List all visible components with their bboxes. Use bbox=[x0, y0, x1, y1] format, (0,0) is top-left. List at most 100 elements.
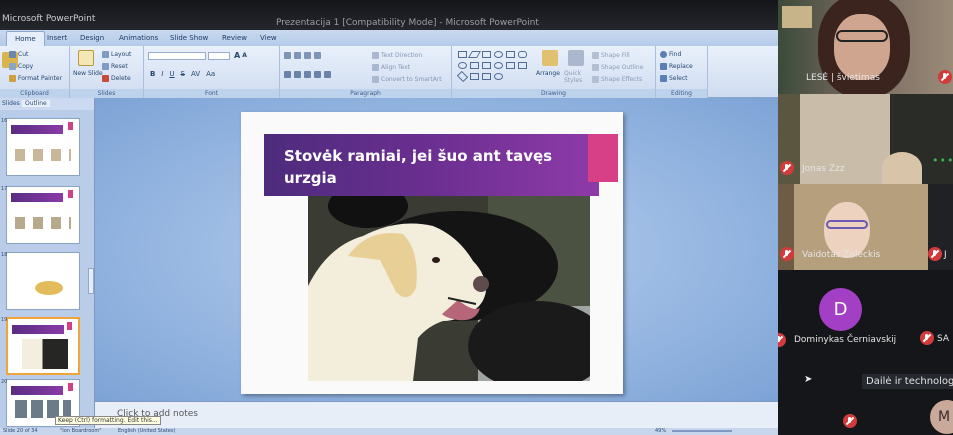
dog-photo[interactable] bbox=[308, 196, 590, 381]
heart-shape-icon[interactable] bbox=[494, 73, 503, 80]
slide-thumbnail[interactable] bbox=[6, 118, 80, 176]
select-icon bbox=[660, 75, 667, 82]
arrow-shape-icon[interactable] bbox=[470, 62, 479, 69]
tab-slide-show[interactable]: Slide Show bbox=[170, 34, 208, 42]
zoom-level[interactable]: 49% bbox=[655, 428, 666, 434]
slide-number: 16 bbox=[1, 118, 8, 124]
smartart-icon bbox=[372, 76, 379, 83]
line-shape-icon[interactable] bbox=[467, 51, 482, 58]
slide-thumbnail[interactable] bbox=[6, 186, 80, 244]
replace-button[interactable]: Replace bbox=[660, 63, 693, 70]
current-slide[interactable]: Stovėk ramiai, jei šuo ant tavęs urzgia bbox=[241, 112, 623, 394]
grow-font-button[interactable]: AA bbox=[234, 51, 247, 60]
reset-label: Reset bbox=[111, 63, 128, 70]
italic-button[interactable]: I bbox=[161, 70, 163, 78]
delete-button[interactable]: Delete bbox=[102, 75, 131, 82]
tab-outline-pane[interactable]: Outline bbox=[22, 100, 50, 107]
align-left-icon[interactable] bbox=[284, 71, 291, 78]
copy-button[interactable]: Copy bbox=[9, 63, 33, 70]
tab-animations[interactable]: Animations bbox=[119, 34, 158, 42]
tab-insert[interactable]: Insert bbox=[47, 34, 67, 42]
tab-design[interactable]: Design bbox=[80, 34, 104, 42]
align-right-icon[interactable] bbox=[304, 71, 311, 78]
arrange-icon[interactable] bbox=[542, 50, 558, 66]
app-title: Microsoft PowerPoint bbox=[2, 14, 96, 24]
slide-title[interactable]: Stovėk ramiai, jei šuo ant tavęs urzgia bbox=[284, 145, 584, 189]
editing-group: Find Replace Select Editing bbox=[656, 46, 708, 98]
oval-shape-icon[interactable] bbox=[494, 51, 503, 58]
find-button[interactable]: Find bbox=[660, 51, 681, 58]
font-size-combo[interactable] bbox=[208, 52, 230, 60]
text-direction-button[interactable]: Text Direction bbox=[372, 52, 422, 59]
more-options-icon[interactable]: ••• bbox=[932, 154, 953, 167]
tab-home[interactable]: Home bbox=[6, 31, 45, 46]
strikethrough-button[interactable]: S bbox=[181, 70, 185, 78]
star-shape-icon[interactable] bbox=[494, 62, 503, 69]
select-button[interactable]: Select bbox=[660, 75, 688, 82]
zoom-slider[interactable] bbox=[672, 430, 732, 432]
increase-indent-icon[interactable] bbox=[314, 52, 321, 59]
spacing-button[interactable]: AV bbox=[191, 70, 200, 78]
shape-fill-button[interactable]: Shape Fill bbox=[592, 52, 630, 59]
align-text-button[interactable]: Align Text bbox=[372, 64, 410, 71]
rect2-shape-icon[interactable] bbox=[506, 51, 515, 58]
bracket-shape-icon[interactable] bbox=[482, 62, 491, 69]
participant-tile[interactable]: Vaidotas Zaleckis J bbox=[778, 184, 953, 270]
language-indicator[interactable]: English (United States) bbox=[118, 428, 175, 434]
cut-button[interactable]: Cut bbox=[9, 51, 28, 58]
shape-effects-button[interactable]: Shape Effects bbox=[592, 76, 642, 83]
circle-shape-icon[interactable] bbox=[458, 62, 467, 69]
participant-tile[interactable]: LESĖ | švietimas bbox=[778, 0, 953, 94]
font-name-combo[interactable] bbox=[148, 52, 206, 60]
notes-pane[interactable]: Click to add notes bbox=[95, 401, 778, 428]
rounded-shape-icon[interactable] bbox=[518, 51, 527, 58]
background-poster bbox=[782, 6, 812, 28]
decrease-indent-icon[interactable] bbox=[304, 52, 311, 59]
flowchart-shape-icon[interactable] bbox=[482, 73, 491, 80]
shape-icon[interactable] bbox=[458, 51, 467, 58]
tab-slides-pane[interactable]: Slides bbox=[2, 100, 20, 107]
bullets-icon[interactable] bbox=[284, 52, 291, 59]
editing-group-label: Editing bbox=[656, 89, 707, 98]
reset-button[interactable]: Reset bbox=[102, 63, 128, 70]
fill-icon bbox=[592, 52, 599, 59]
shape-outline-button[interactable]: Shape Outline bbox=[592, 64, 643, 71]
format-painter-button[interactable]: Format Painter bbox=[9, 75, 62, 82]
underline-button[interactable]: U bbox=[169, 70, 174, 78]
convert-smartart-label: Convert to SmartArt bbox=[381, 76, 442, 83]
quick-styles-button[interactable]: Quick Styles bbox=[564, 70, 588, 84]
convert-smartart-button[interactable]: Convert to SmartArt bbox=[372, 76, 442, 83]
participant-tooltip: Dailė ir technologijos bbox=[862, 374, 953, 389]
bold-button[interactable]: B bbox=[150, 70, 155, 78]
diamond-shape-icon[interactable] bbox=[456, 70, 469, 83]
new-slide-button[interactable]: New Slide bbox=[73, 70, 103, 77]
clipboard-group: Cut Copy Format Painter Clipboard bbox=[0, 46, 70, 98]
participant-face bbox=[834, 14, 890, 80]
columns-icon[interactable] bbox=[324, 71, 331, 78]
title-bar: Microsoft PowerPoint Prezentacija 1 [Com… bbox=[0, 0, 778, 30]
quick-styles-icon[interactable] bbox=[568, 50, 584, 66]
slide-thumbnail-selected[interactable] bbox=[6, 317, 80, 375]
pane-splitter[interactable] bbox=[88, 268, 94, 294]
slides-group: New Slide Layout Reset Delete Slides bbox=[70, 46, 144, 98]
justify-icon[interactable] bbox=[314, 71, 321, 78]
layout-label: Layout bbox=[111, 51, 132, 58]
curve-shape-icon[interactable] bbox=[470, 73, 479, 80]
case-button[interactable]: Aa bbox=[206, 70, 215, 78]
tab-view[interactable]: View bbox=[260, 34, 277, 42]
new-slide-icon[interactable] bbox=[78, 50, 94, 66]
numbering-icon[interactable] bbox=[294, 52, 301, 59]
replace-label: Replace bbox=[669, 63, 693, 70]
align-center-icon[interactable] bbox=[294, 71, 301, 78]
callout-shape-icon[interactable] bbox=[506, 62, 515, 69]
tab-review[interactable]: Review bbox=[222, 34, 247, 42]
slide-thumbnail[interactable] bbox=[6, 252, 80, 310]
copy-icon bbox=[9, 63, 16, 70]
participant-name: Dominykas Černiavskij bbox=[794, 335, 897, 345]
rect-shape-icon[interactable] bbox=[482, 51, 491, 58]
participant-tile[interactable]: Jonas Zzz ••• bbox=[778, 94, 953, 184]
layout-button[interactable]: Layout bbox=[102, 51, 131, 58]
arrange-button[interactable]: Arrange bbox=[536, 70, 560, 77]
brace-shape-icon[interactable] bbox=[518, 62, 527, 69]
paragraph-group-label: Paragraph bbox=[280, 89, 451, 98]
